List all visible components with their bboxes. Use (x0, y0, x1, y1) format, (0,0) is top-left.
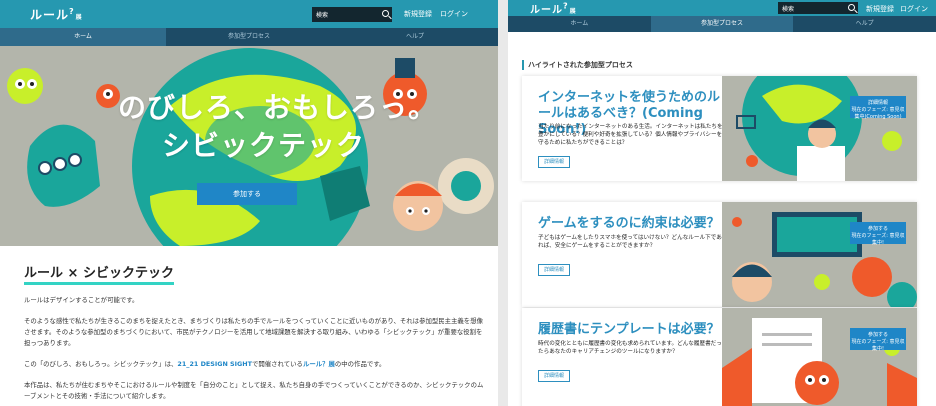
intro-section: ルール × シビックテック ルールはデザインすることが可能です。 そのような感性… (24, 262, 484, 402)
process-card[interactable]: インターネットを使うためのルールはあるべき？(Coming Soon!) 当たり… (522, 76, 917, 181)
tab-processes[interactable]: 参加型プロセス (650, 16, 794, 32)
tab-help[interactable]: ヘルプ (332, 28, 498, 46)
tab-home[interactable]: ホーム (508, 16, 651, 32)
phase-tag[interactable]: 参加する 現在のフェーズ: 意見収集中! (850, 328, 906, 352)
details-button[interactable]: 詳細情報 (538, 264, 570, 276)
game-illustration (732, 212, 917, 307)
login-link[interactable]: ログイン (440, 9, 468, 19)
login-link-right[interactable]: ログイン (900, 4, 928, 14)
highlight-section-title: ハイライトされた参加型プロセス (522, 60, 633, 70)
card-illustration: 詳細情報 現在のフェーズ: 意見収集中(Coming Soon) (722, 76, 917, 181)
process-card[interactable]: 履歴書にテンプレートは必要？ 時代の変化とともに履歴書の変化も求められています。… (522, 308, 917, 406)
details-button[interactable]: 詳細情報 (538, 156, 570, 168)
intro-paragraph-4: 本作品は、私たちが住むまちやそこにおけるルールや制度を「自分のこと」として捉え、… (24, 381, 484, 400)
register-link-right[interactable]: 新規登録 (866, 4, 894, 14)
search-input[interactable]: 検索 (312, 7, 392, 22)
join-button[interactable]: 参加する (197, 183, 297, 205)
tab-processes[interactable]: 参加型プロセス (166, 28, 332, 46)
card-illustration: 参加する 現在のフェーズ: 意見収集中! (722, 202, 917, 307)
card-title[interactable]: 履歴書にテンプレートは必要？ (538, 322, 723, 338)
tab-help[interactable]: ヘルプ (793, 16, 936, 32)
card-description: 当たり前になったインターネットのある生活。インターネットは私たちを豊かにしている… (538, 124, 723, 146)
internet-illustration (736, 76, 902, 181)
main-nav-right: ホーム 参加型プロセス ヘルプ (508, 16, 936, 32)
intro-paragraph-2: そのような感性で私たちが生きるこのまちを捉えたとき、まちづくりは私たちの手でルー… (24, 317, 483, 347)
resume-illustration (722, 318, 917, 406)
site-logo-right[interactable]: ルール?展 (530, 1, 577, 16)
card-title[interactable]: ゲームをするのに約束は必要？ (538, 216, 723, 232)
site-logo[interactable]: ルール?展 (30, 6, 83, 23)
search-input-right[interactable]: 検索 (778, 2, 858, 14)
hero-banner: のびしろ、おもしろっ。 シビックテック (0, 46, 498, 246)
hero-title-line1: のびしろ、おもしろっ。 (118, 91, 438, 124)
card-description: 時代の変化とともに履歴書の変化も求められています。どんな履歴書だったらあなたのキ… (538, 341, 722, 355)
tab-home[interactable]: ホーム (0, 28, 166, 46)
header-bar: ルール?展 検索 新規登録 ログイン (0, 0, 498, 28)
phase-tag[interactable]: 参加する 現在のフェーズ: 意見収集中! (850, 222, 906, 246)
intro-paragraph-1: ルールはデザインすることが可能です。 (24, 296, 139, 304)
processes-page-panel: ルール?展 検索 新規登録 ログイン ホーム 参加型プロセス ヘルプ ハイライト… (508, 0, 936, 406)
home-page-panel: ルール?展 検索 新規登録 ログイン ホーム 参加型プロセス ヘルプ のびしろ、… (0, 0, 498, 406)
search-icon[interactable] (848, 4, 855, 11)
card-description: 子どもはゲームをしたりスマホを使ってはいけない？どんなルール下であれば、安全にゲ… (538, 235, 722, 249)
register-link[interactable]: 新規登録 (404, 9, 432, 19)
hero-title-line2: シビックテック (162, 129, 366, 162)
venue-link[interactable]: 21_21 DESIGN SIGHT (177, 360, 252, 368)
card-illustration: 参加する 現在のフェーズ: 意見収集中! (722, 308, 917, 406)
intro-paragraph-3: この「のびしろ、おもしろっ。シビックテック」は、21_21 DESIGN SIG… (24, 360, 386, 368)
search-icon[interactable] (382, 10, 389, 17)
process-card[interactable]: ゲームをするのに約束は必要？ 子どもはゲームをしたりスマホを使ってはいけない？ど… (522, 202, 917, 307)
details-button[interactable]: 詳細情報 (538, 370, 570, 382)
main-nav: ホーム 参加型プロセス ヘルプ (0, 28, 498, 46)
phase-tag[interactable]: 詳細情報 現在のフェーズ: 意見収集中(Coming Soon) (850, 96, 906, 120)
exhibit-link[interactable]: ルール？展 (303, 360, 335, 368)
header-bar-right: ルール?展 検索 新規登録 ログイン (508, 0, 936, 16)
intro-heading: ルール × シビックテック (24, 262, 174, 285)
